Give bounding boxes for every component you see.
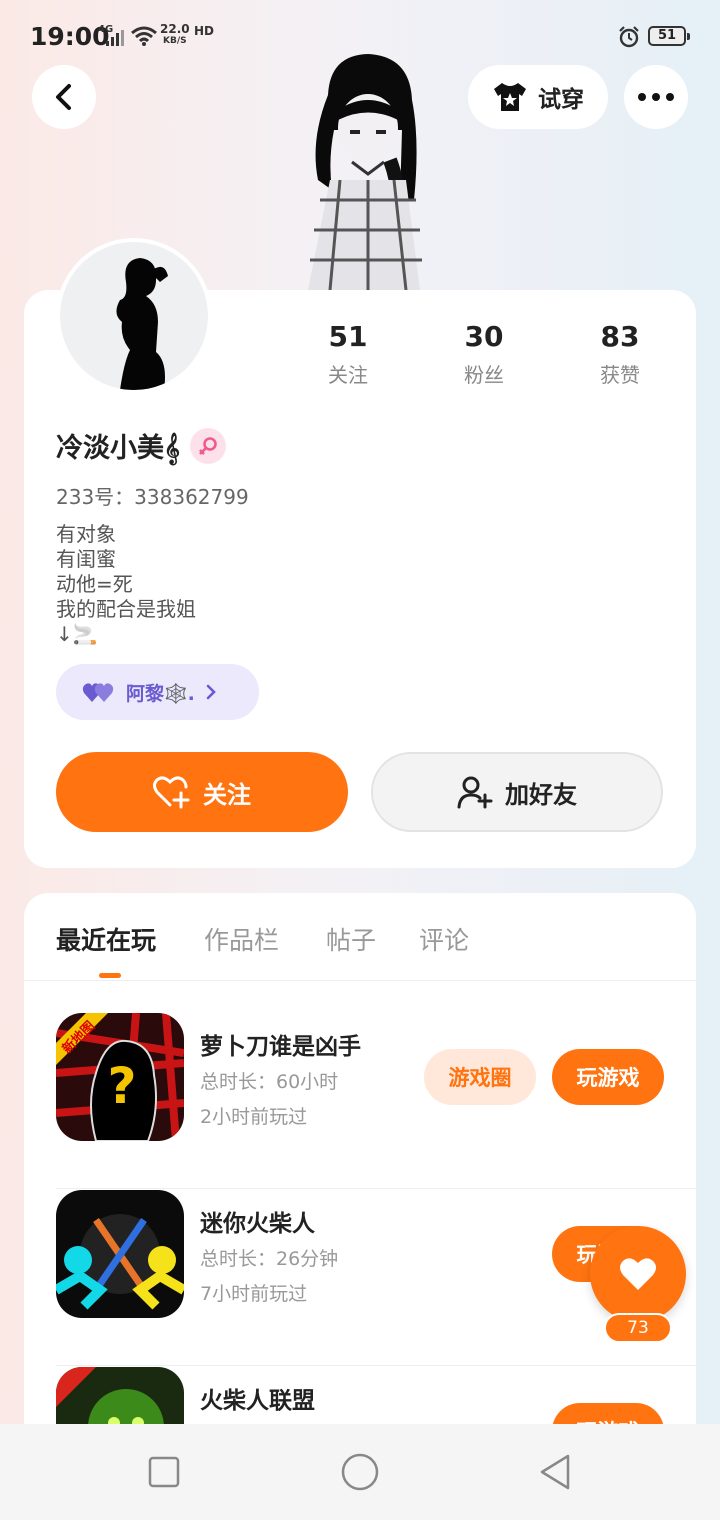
nickname-row: 冷淡小美𝄞: [56, 426, 226, 465]
game-name: 火柴人联盟: [200, 1388, 315, 1414]
cp-relation-pill[interactable]: 阿黎🕸️.: [56, 664, 259, 720]
speed-value: 22.0: [160, 22, 190, 36]
add-friend-button[interactable]: 加好友: [371, 752, 663, 832]
chevron-right-icon: [206, 684, 216, 700]
battery-icon: 51: [648, 26, 690, 46]
bio-text: 有对象 有闺蜜 动他=死 我的配合是我姐 ↓🚬: [56, 522, 196, 646]
back-button[interactable]: [32, 65, 96, 129]
hd-icon: HD: [194, 24, 215, 38]
game-circle-button[interactable]: 游戏圈: [424, 1049, 536, 1105]
tab-works[interactable]: 作品栏: [204, 921, 279, 957]
more-button[interactable]: [624, 65, 688, 129]
user-id: 233号：338362799: [56, 485, 249, 509]
try-on-button[interactable]: 试穿: [468, 65, 608, 129]
like-button[interactable]: [590, 1226, 686, 1322]
stat-following[interactable]: 51 关注: [288, 320, 408, 388]
game-icon[interactable]: ? 新地图: [56, 1013, 184, 1141]
stat-likes[interactable]: 83 获赞: [560, 320, 680, 388]
network-speed: 22.0 KB/S: [160, 23, 190, 47]
play-game-button[interactable]: 玩游戏: [552, 1049, 664, 1105]
game-icon[interactable]: [56, 1190, 184, 1318]
add-user-icon: [457, 776, 493, 809]
game-row[interactable]: ? 新地图 萝卜刀谁是凶手 总时长：60小时 2小时前玩过 游戏圈 玩游戏: [56, 1013, 696, 1189]
system-nav-bar: [0, 1424, 720, 1520]
tab-bar: 最近在玩 作品栏 帖子 评论: [24, 893, 696, 981]
follow-button[interactable]: 关注: [56, 752, 348, 832]
alarm-icon: [619, 26, 639, 48]
content-card: 最近在玩 作品栏 帖子 评论 ? 新地图 萝卜刀谁是凶手 总时长：60小时 2小…: [24, 893, 696, 1453]
speed-unit: KB/S: [163, 36, 187, 46]
like-count: 73: [604, 1313, 672, 1343]
stat-value: 30: [464, 320, 504, 353]
home-icon[interactable]: [340, 1452, 380, 1492]
chevron-left-icon: [56, 84, 71, 110]
nickname: 冷淡小美𝄞: [56, 433, 180, 464]
tshirt-icon: [494, 83, 526, 111]
game-name: 迷你火柴人: [200, 1211, 315, 1237]
heart-plus-icon: [153, 776, 190, 809]
game-duration: 总时长：26分钟: [200, 1248, 339, 1270]
stat-value: 83: [600, 320, 640, 353]
tab-posts[interactable]: 帖子: [326, 921, 376, 957]
stat-label: 关注: [328, 363, 368, 387]
try-on-label: 试穿: [538, 87, 584, 113]
wifi-icon: [131, 26, 157, 46]
stat-followers[interactable]: 30 粉丝: [424, 320, 544, 388]
tab-comments[interactable]: 评论: [419, 921, 469, 957]
tab-indicator: [99, 973, 121, 978]
stat-value: 51: [328, 320, 368, 353]
game-duration: 总时长：60小时: [200, 1071, 339, 1093]
female-icon: [189, 427, 226, 464]
signal-icon: [106, 30, 124, 46]
double-heart-icon: [82, 683, 114, 702]
avatar[interactable]: [56, 238, 212, 394]
avatar-3d-image: [308, 54, 422, 290]
recent-apps-icon[interactable]: [144, 1452, 184, 1492]
tab-recent-play[interactable]: 最近在玩: [56, 921, 156, 957]
game-last-played: 2小时前玩过: [200, 1106, 308, 1128]
add-friend-label: 加好友: [505, 780, 577, 809]
more-dots-icon: [638, 93, 674, 101]
avatar-silhouette-icon: [116, 258, 168, 390]
svg-text:?: ?: [107, 1057, 136, 1115]
stat-label: 粉丝: [464, 363, 504, 387]
stat-label: 获赞: [600, 363, 640, 387]
heart-icon: [620, 1258, 656, 1290]
game-last-played: 7小时前玩过: [200, 1283, 308, 1305]
back-nav-icon[interactable]: [536, 1452, 576, 1492]
follow-label: 关注: [203, 780, 251, 809]
game-name: 萝卜刀谁是凶手: [200, 1034, 361, 1060]
cp-name: 阿黎🕸️.: [126, 682, 195, 705]
stickman-duel-icon: [56, 1190, 184, 1318]
